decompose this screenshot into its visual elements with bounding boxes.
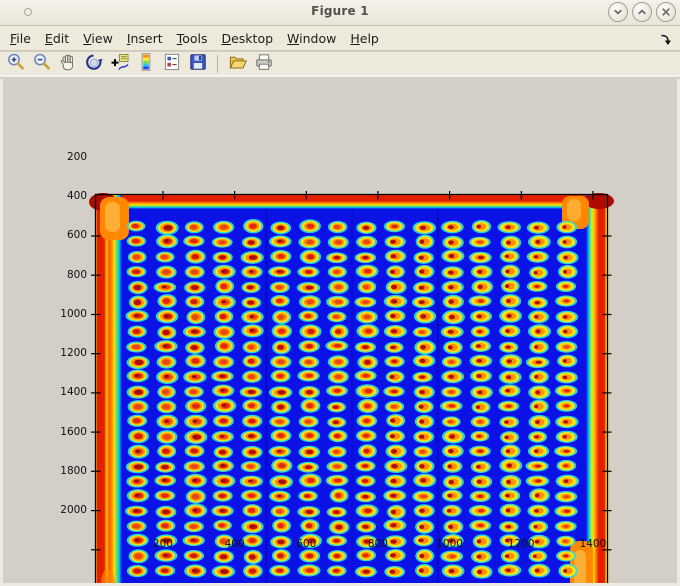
dock-arrow-icon[interactable] xyxy=(659,31,672,50)
close-button[interactable] xyxy=(656,2,676,22)
data-cursor-icon xyxy=(110,52,130,76)
y-tick-label: 1400 xyxy=(60,386,87,399)
chevron-up-icon xyxy=(636,6,648,18)
y-tick-label: 200 xyxy=(66,151,87,164)
zoom-in-icon xyxy=(6,52,26,76)
zoom-out-button[interactable] xyxy=(31,53,52,74)
x-tick-label: 1000 xyxy=(436,538,463,550)
menu-desktop[interactable]: Desktop xyxy=(221,31,273,46)
y-tick-label: 2000 xyxy=(60,504,87,516)
pan-button[interactable] xyxy=(57,53,78,74)
rotate-3d-button[interactable] xyxy=(83,53,104,74)
colorbar-icon xyxy=(136,52,156,76)
data-cursor-button[interactable] xyxy=(109,53,130,74)
maximize-button[interactable] xyxy=(632,2,652,22)
save-figure-icon xyxy=(188,52,208,76)
insert-legend-button[interactable] xyxy=(161,53,182,74)
menu-edit[interactable]: Edit xyxy=(45,31,69,46)
open-file-button[interactable] xyxy=(227,53,248,74)
print-figure-button[interactable] xyxy=(253,53,274,74)
x-tick-label: 200 xyxy=(152,538,173,550)
figure-toolbar xyxy=(0,52,680,77)
y-tick-label: 800 xyxy=(66,268,87,281)
titlebar[interactable]: Figure 1 xyxy=(0,0,680,26)
window-controls xyxy=(608,2,676,22)
x-tick-label: 600 xyxy=(296,538,317,550)
shade-button[interactable] xyxy=(608,2,628,22)
save-figure-button[interactable] xyxy=(187,53,208,74)
close-icon xyxy=(660,6,672,18)
print-figure-icon xyxy=(254,52,274,76)
menu-tools[interactable]: Tools xyxy=(177,31,208,46)
figure-canvas: 200 400 600 800 1000 1200 1400 1600 1800 2000 200… xyxy=(0,79,680,586)
menu-window[interactable]: Window xyxy=(287,31,336,46)
x-tick-label: 1200 xyxy=(507,538,535,550)
zoom-out-icon xyxy=(32,52,52,76)
y-tick-label: 1000 xyxy=(60,307,87,320)
menu-view[interactable]: View xyxy=(83,31,113,46)
y-tick-label: 400 xyxy=(66,190,87,203)
window-title: Figure 1 xyxy=(311,4,369,18)
heatmap-image[interactable] xyxy=(89,191,614,586)
toolbar-separator xyxy=(217,54,218,73)
rotate-3d-icon xyxy=(84,52,104,76)
x-tick-label: 800 xyxy=(367,538,388,550)
y-tick-label: 1800 xyxy=(60,464,87,477)
figure-window: Figure 1 File Edit View Insert Tools Desktop W… xyxy=(0,0,680,586)
y-tick-label: 1200 xyxy=(60,347,87,360)
y-tick-label: 600 xyxy=(66,229,87,242)
window-frame-left xyxy=(0,79,3,586)
colorbar-button[interactable] xyxy=(135,52,156,76)
pan-icon xyxy=(58,52,78,76)
x-tick-label: 400 xyxy=(224,538,245,550)
x-tick-label: 1400 xyxy=(579,538,607,550)
menu-help[interactable]: Help xyxy=(350,31,379,46)
y-tick-label: 1600 xyxy=(60,425,87,438)
menubar: File Edit View Insert Tools Desktop Window Help xyxy=(0,26,680,51)
menu-file[interactable]: File xyxy=(10,31,31,46)
zoom-in-button[interactable] xyxy=(5,53,26,74)
open-file-icon xyxy=(228,52,248,76)
menu-insert[interactable]: Insert xyxy=(127,31,163,46)
chevron-down-icon xyxy=(612,6,624,18)
insert-legend-icon xyxy=(162,52,182,76)
